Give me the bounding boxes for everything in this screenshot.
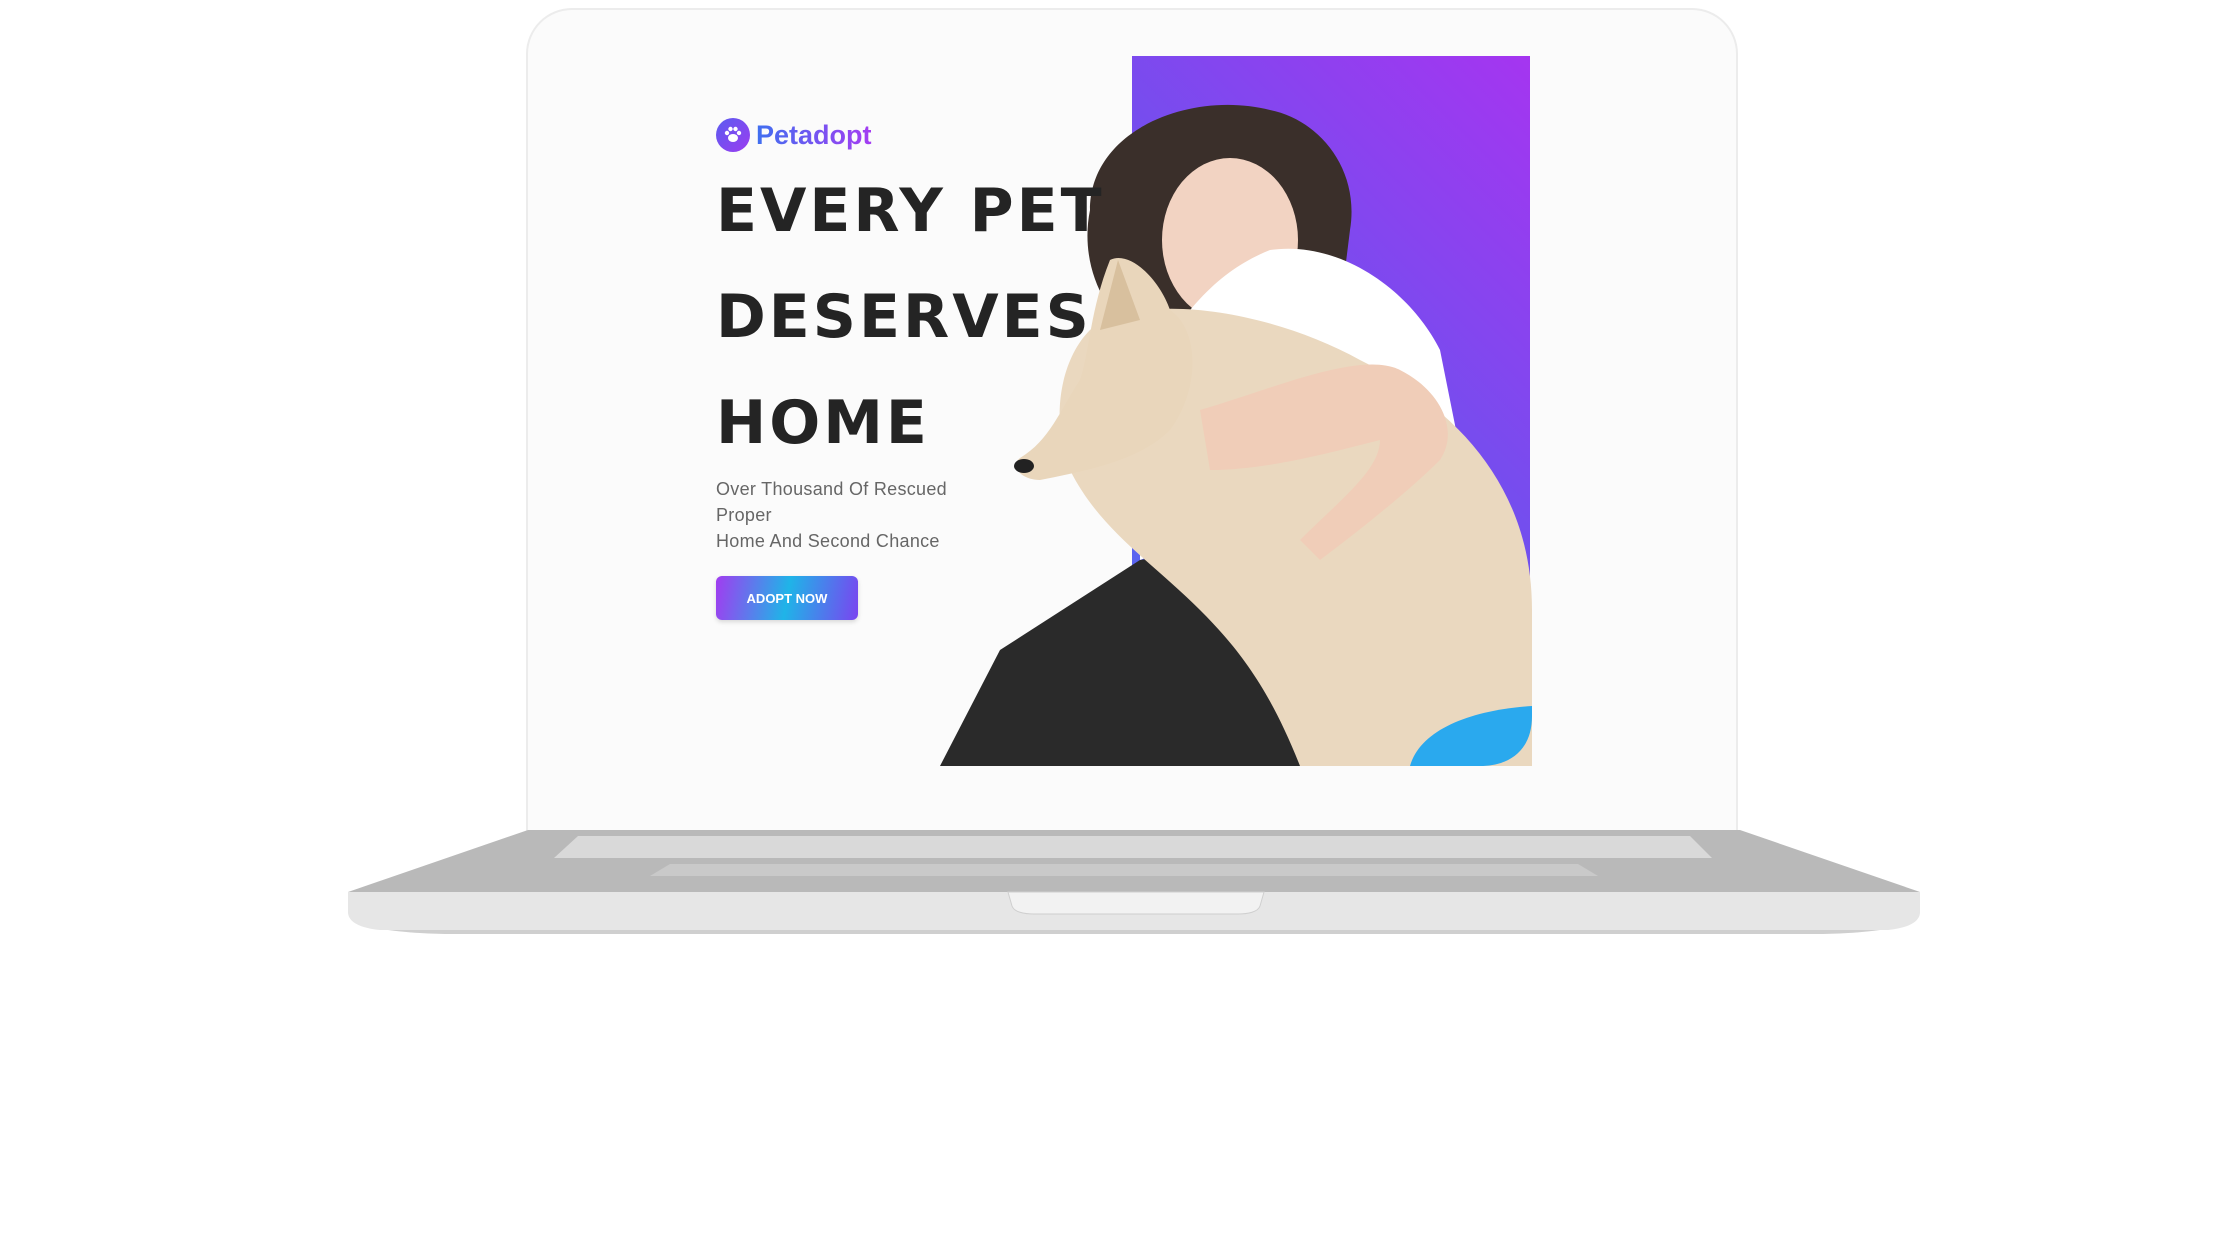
- subtext-line: Home And Second Chance: [716, 531, 940, 551]
- adopt-now-button[interactable]: ADOPT NOW: [716, 576, 858, 620]
- headline-line: EVERY PET: [716, 176, 1105, 246]
- brand-name: Petadopt: [756, 119, 872, 150]
- subtext-line: Over Thousand Of Rescued: [716, 479, 947, 499]
- hero-headline: EVERY PET DESERVES HOME: [716, 158, 1105, 476]
- headline-line: DESERVES: [716, 282, 1092, 352]
- laptop-base: [348, 830, 1920, 934]
- headline-line: HOME: [716, 388, 930, 458]
- paw-icon: [716, 118, 750, 152]
- brand-logo[interactable]: Petadopt: [716, 118, 872, 152]
- laptop-screen: Petadopt EVERY PET DESERVES HOME Over Th…: [526, 8, 1738, 840]
- hero-subtext: Over Thousand Of Rescued Proper Home And…: [716, 476, 968, 554]
- subtext-line: Proper: [716, 505, 772, 525]
